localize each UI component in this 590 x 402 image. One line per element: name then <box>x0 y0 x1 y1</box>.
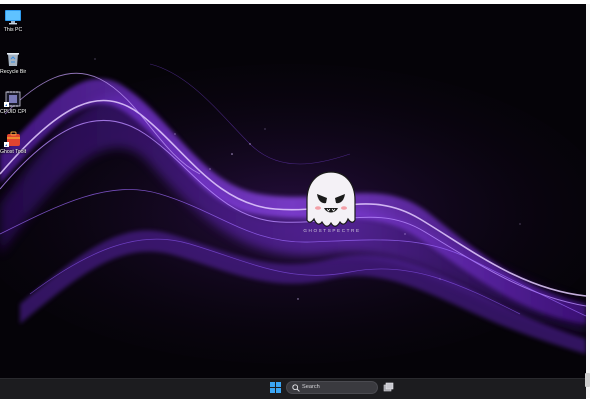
monitor-icon <box>5 10 21 25</box>
desktop-icon-label: Ghost Toolbox <box>0 149 26 155</box>
desktop-icon-ghost-toolbox[interactable]: Ghost Toolbox <box>0 130 26 155</box>
window-edge <box>586 4 590 398</box>
search-icon <box>292 384 300 392</box>
cpu-z-icon <box>4 91 21 107</box>
desktop[interactable]: This PC Recycle Bin CPUID CP Ghost Tool … <box>0 4 586 378</box>
scroll-handle[interactable] <box>585 373 590 387</box>
screen: This PC Recycle Bin CPUID CP Ghost Tool … <box>0 0 590 402</box>
desktop-icon-recycle-bin[interactable]: Recycle Bin <box>0 50 26 75</box>
wallpaper <box>0 4 586 378</box>
taskbar-search-box[interactable]: Search <box>286 381 378 394</box>
brand-text: GHOSTSPECTRE <box>303 228 361 233</box>
task-view-icon[interactable] <box>383 382 394 393</box>
ghost-toolbox-icon <box>4 131 20 147</box>
desktop-icon-label: CPUID CPU-Z <box>0 109 26 115</box>
desktop-icon-label: This PC <box>3 27 23 33</box>
search-placeholder: Search <box>302 384 320 390</box>
windows-start-icon[interactable] <box>270 382 281 393</box>
desktop-icon-this-pc[interactable]: This PC <box>0 8 26 33</box>
desktop-icon-cpu-z[interactable]: CPUID CPU-Z <box>0 90 26 115</box>
recycle-bin-icon <box>7 53 19 66</box>
desktop-icon-label: Recycle Bin <box>0 69 26 75</box>
